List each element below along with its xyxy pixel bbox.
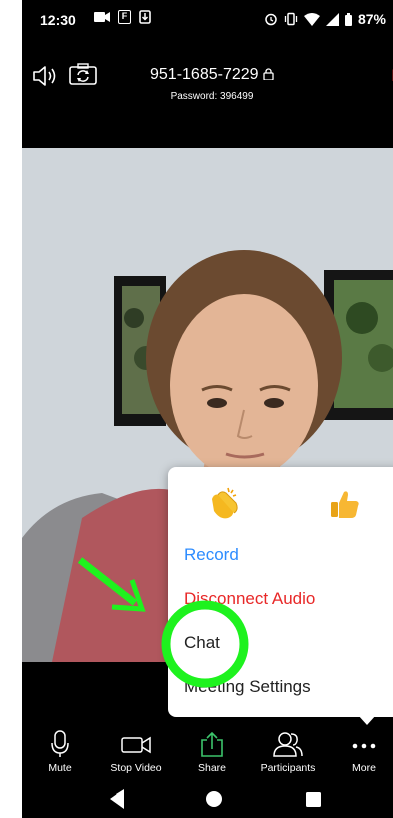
status-time: 12:30 [40,12,76,28]
meeting-password: Password: 396499 [170,91,254,102]
menu-pointer [358,715,376,725]
mute-label: Mute [48,762,72,774]
participants-label: Participants [260,762,316,774]
recents-icon[interactable] [306,792,321,807]
home-icon[interactable] [206,791,222,807]
vibrate-icon [284,12,298,26]
reactions-row [168,485,393,525]
stop-video-label: Stop Video [110,762,162,774]
more-menu-popup: Record Disconnect Audio Chat Meeting Set… [168,467,393,725]
meeting-id-row: 951-1685-7229 [22,66,393,84]
participants-icon [273,732,303,757]
lock-icon [263,68,274,81]
clapping-hands-icon[interactable] [206,485,242,521]
back-icon[interactable] [110,789,124,809]
battery-percent: 87% [357,11,386,27]
meeting-toolbar: Mute Stop Video Share Participants More [22,728,393,778]
mute-button[interactable]: Mute [22,728,98,778]
menu-item-disconnect-audio[interactable]: Disconnect Audio [184,589,315,609]
stop-video-button[interactable]: Stop Video [98,728,174,778]
video-camera-icon [121,736,151,754]
meeting-id: 951-1685-7229 [150,66,259,83]
more-label: More [352,762,376,774]
menu-item-record[interactable]: Record [184,545,239,565]
share-button[interactable]: Share [174,728,250,778]
thumbs-up-icon[interactable] [328,487,362,521]
android-navigation-bar [110,789,321,809]
more-button[interactable]: More [326,728,393,778]
status-system-icons: 87% [264,11,386,27]
more-dots-icon [352,743,376,749]
menu-item-chat[interactable]: Chat [184,633,220,653]
video-notification-icon [94,12,110,22]
participants-button[interactable]: Participants [250,728,326,778]
battery-icon [344,12,352,26]
f-notification-icon: F [118,10,131,24]
wifi-icon [303,12,320,26]
android-status-bar: 12:30 F 87% [22,0,393,40]
zoom-meeting-screen: 12:30 F 87% 951-1685-7229 Password: 3964… [22,0,393,818]
meeting-header: 951-1685-7229 Password: 396499 En [22,56,393,106]
cell-signal-icon [325,12,339,26]
share-label: Share [197,762,227,774]
menu-item-meeting-settings[interactable]: Meeting Settings [184,677,311,697]
download-notification-icon [139,10,151,24]
share-icon [201,731,223,757]
microphone-icon [51,730,69,757]
alarm-icon [265,13,277,26]
status-notification-icons: F [94,10,151,24]
